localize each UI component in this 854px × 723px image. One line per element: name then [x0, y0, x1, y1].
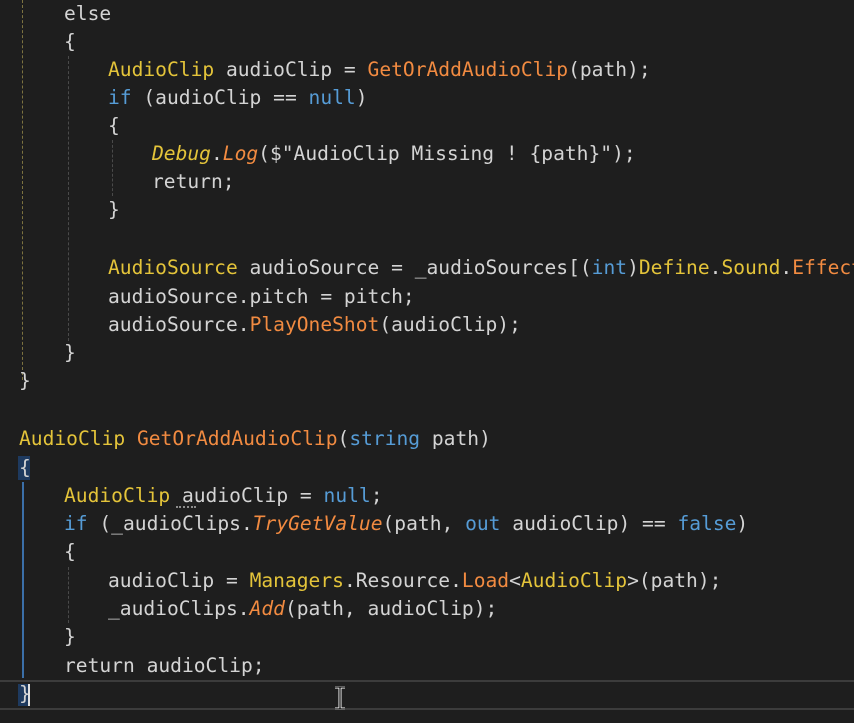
code-token: null — [308, 86, 356, 109]
code-token: AudioClip — [108, 58, 215, 81]
code-token: AudioClip — [520, 569, 628, 592]
code-token: ) — [627, 256, 639, 279]
code-token: . — [780, 256, 793, 279]
code-line[interactable]: _audioClips.Add(path, audioClip); — [0, 595, 854, 623]
code-line[interactable]: AudioClip audioClip = GetOrAddAudioClip(… — [0, 56, 854, 84]
code-token: (_audioClips. — [87, 512, 253, 535]
code-token: audioSource. — [108, 313, 250, 336]
code-line[interactable]: { — [0, 28, 854, 56]
code-token: out — [465, 512, 501, 535]
code-token: Define — [638, 256, 710, 279]
code-token: return; — [152, 170, 235, 193]
code-token: . — [709, 256, 722, 279]
code-token: { — [64, 540, 76, 563]
code-line[interactable]: AudioClip GetOrAddAudioClip(string path) — [0, 425, 854, 453]
code-token: . — [210, 142, 223, 165]
code-token: path) — [420, 427, 491, 450]
code-token: { — [64, 30, 76, 53]
code-token: } — [64, 341, 76, 364]
code-token: Managers — [249, 569, 344, 592]
code-token: .Resource. — [343, 569, 462, 592]
code-line[interactable]: AudioSource audioSource = _audioSources[… — [0, 254, 854, 282]
code-line[interactable]: if (audioClip == null) — [0, 84, 854, 112]
code-token: _audioClips. — [108, 597, 250, 620]
code-token: (path, audioClip); — [284, 597, 498, 620]
code-token: } — [108, 198, 120, 221]
code-line[interactable]: } — [0, 367, 854, 395]
code-token: GetOrAddAudioClip — [136, 427, 338, 450]
code-token: (path); — [568, 58, 651, 81]
code-token: } — [19, 369, 31, 392]
i-beam-cursor-icon — [335, 686, 345, 710]
code-token: ) — [355, 86, 368, 109]
code-editor[interactable]: else { AudioClip audioClip = GetOrAddAudio… — [0, 0, 854, 723]
code-token: Log — [222, 142, 259, 165]
code-token: Add — [249, 597, 285, 620]
code-token: PlayOneShot — [249, 313, 380, 336]
code-token: audioClip = — [170, 484, 324, 507]
code-token: Load — [461, 569, 510, 592]
code-token: if — [64, 512, 88, 535]
code-line[interactable]: audioSource.PlayOneShot(audioClip); — [0, 311, 854, 339]
code-line[interactable]: } — [0, 196, 854, 224]
code-token: else — [64, 2, 112, 25]
code-token: Sound — [721, 256, 781, 279]
code-line[interactable]: audioSource.pitch = pitch; — [0, 283, 854, 311]
code-line[interactable]: else — [0, 0, 854, 28]
code-token: TryGetValue — [252, 512, 383, 535]
code-line[interactable]: Debug.Log($"AudioClip Missing ! {path}")… — [0, 140, 854, 168]
code-line[interactable]: { — [0, 112, 854, 140]
code-line[interactable]: } — [0, 623, 854, 651]
code-token: return audioClip; — [64, 654, 265, 677]
code-token: AudioClip — [64, 484, 171, 507]
code-token: Debug — [152, 142, 211, 165]
code-token: { — [19, 456, 31, 479]
code-line[interactable]: { — [0, 454, 854, 482]
code-token: audioClip) == — [500, 512, 678, 535]
code-token: (audioClip == — [131, 86, 309, 109]
code-line[interactable]: audioClip = Managers.Resource.Load<Audio… — [0, 567, 854, 595]
code-token: audioClip = — [214, 58, 368, 81]
code-line[interactable]: AudioClip audioClip = null; — [0, 482, 854, 510]
code-token: < — [509, 569, 521, 592]
code-token: ; — [370, 484, 383, 507]
code-line[interactable]: } — [0, 680, 854, 708]
code-token: false — [677, 512, 737, 535]
code-line[interactable]: } — [0, 339, 854, 367]
code-token: { — [108, 114, 120, 137]
code-token: (audioClip); — [379, 313, 521, 336]
code-token: AudioClip — [19, 427, 126, 450]
code-token: ) — [736, 512, 749, 535]
code-token: audioSource.pitch = pitch; — [108, 285, 415, 308]
suggestion-dots — [176, 506, 196, 508]
code-token: >(path); — [627, 569, 722, 592]
code-token: (path, — [382, 512, 466, 535]
code-line[interactable]: return audioClip; — [0, 652, 854, 680]
code-line[interactable]: { — [0, 538, 854, 566]
code-token: AudioSource — [108, 256, 238, 279]
code-token: null — [323, 484, 371, 507]
code-token: audioSource = _audioSources[( — [237, 256, 592, 279]
code-token: string — [349, 427, 421, 450]
code-token: } — [64, 625, 76, 648]
code-token: int — [591, 256, 628, 279]
code-token: audioClip = — [108, 569, 250, 592]
code-token: ($"AudioClip Missing ! {path}"); — [258, 142, 636, 165]
code-token: if — [108, 86, 132, 109]
code-line[interactable]: return; — [0, 168, 854, 196]
code-token: ( — [337, 427, 350, 450]
code-line[interactable]: if (_audioClips.TryGetValue(path, out au… — [0, 510, 854, 538]
code-token: Effect — [792, 256, 854, 279]
code-token: GetOrAddAudioClip — [367, 58, 569, 81]
text-caret — [28, 684, 30, 706]
